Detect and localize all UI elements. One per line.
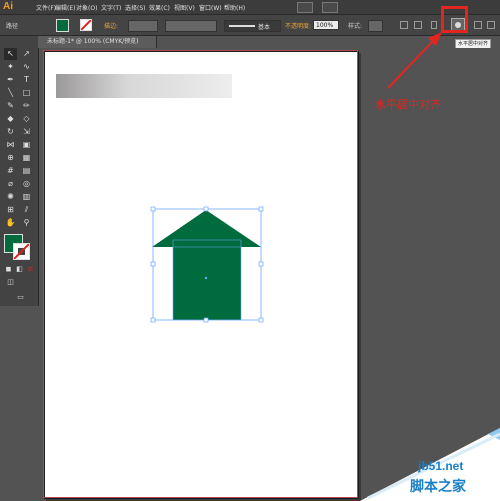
- horizontal-align-right-icon[interactable]: [474, 21, 482, 29]
- artboard-tool-icon[interactable]: ⊞: [4, 204, 17, 216]
- menu-window[interactable]: 窗口(W): [199, 3, 222, 12]
- selection-tool-icon[interactable]: ↖: [4, 48, 17, 60]
- type-tool-icon[interactable]: T: [20, 74, 33, 86]
- gradient-tool-icon[interactable]: ▤: [20, 165, 33, 177]
- align-options-icon[interactable]: [414, 21, 422, 29]
- stroke-label[interactable]: 描边:: [104, 21, 118, 30]
- watermark-url: jb51.net: [418, 459, 464, 473]
- watermark-text: 脚本之家: [410, 479, 466, 495]
- blob-brush-tool-icon[interactable]: ◆: [4, 113, 17, 125]
- pen-tool-icon[interactable]: ✒: [4, 74, 17, 86]
- house-body[interactable]: [173, 240, 241, 320]
- none-mode-icon[interactable]: ⧄: [24, 263, 37, 275]
- menu-type[interactable]: 文字(T): [101, 3, 121, 12]
- fill-swatch[interactable]: [56, 19, 69, 32]
- menu-file[interactable]: 文件(F): [36, 3, 56, 12]
- scale-tool-icon[interactable]: ⇲: [20, 126, 33, 138]
- slice-tool-icon[interactable]: ⫽: [20, 204, 33, 216]
- arrange-documents-icon[interactable]: [322, 2, 338, 13]
- shape-builder-tool-icon[interactable]: ⊕: [4, 152, 17, 164]
- bridge-icon[interactable]: [297, 2, 313, 13]
- brush-line-icon: [229, 25, 255, 27]
- blend-tool-icon[interactable]: ◎: [20, 178, 33, 190]
- opacity-field[interactable]: 100%: [313, 20, 339, 30]
- width-tool-icon[interactable]: ⋈: [4, 139, 17, 151]
- rectangle-tool-icon[interactable]: □: [20, 87, 33, 99]
- free-transform-tool-icon[interactable]: ▣: [20, 139, 33, 151]
- menu-view[interactable]: 视图(V): [174, 3, 195, 12]
- document-tab[interactable]: 未标题-1* @ 100% (CMYK/预览): [38, 36, 157, 48]
- brush-label: 基本: [258, 24, 271, 31]
- opacity-label[interactable]: 不透明度:: [285, 21, 311, 30]
- line-tool-icon[interactable]: ╲: [4, 87, 17, 99]
- direct-selection-tool-icon[interactable]: ↗: [20, 48, 33, 60]
- eraser-tool-icon[interactable]: ◇: [20, 113, 33, 125]
- perspective-grid-tool-icon[interactable]: ▦: [20, 152, 33, 164]
- gradient-rectangle[interactable]: [56, 74, 232, 98]
- app-logo: Ai: [3, 1, 13, 12]
- stroke-swatch[interactable]: [80, 19, 92, 31]
- menu-select[interactable]: 选择(S): [125, 3, 146, 12]
- house-artwork[interactable]: [140, 200, 270, 325]
- lasso-tool-icon[interactable]: ∿: [20, 61, 33, 73]
- zoom-tool-icon[interactable]: ⚲: [20, 217, 33, 229]
- menu-object[interactable]: 对象(O): [76, 3, 97, 12]
- selection-type-label: 路径: [6, 23, 19, 30]
- rotate-tool-icon[interactable]: ↻: [4, 126, 17, 138]
- annotation-arrow: [387, 32, 442, 89]
- variable-width-field[interactable]: [165, 20, 217, 32]
- menu-effect[interactable]: 效果(C): [149, 3, 170, 12]
- vertical-align-top-icon[interactable]: [487, 21, 495, 29]
- brush-definition-field[interactable]: 基本: [224, 20, 281, 32]
- highlight-box: [441, 6, 468, 33]
- horizontal-align-left-icon[interactable]: [431, 21, 437, 29]
- hand-tool-icon[interactable]: ✋: [4, 217, 17, 229]
- annotation-label: 水平居中对齐: [375, 98, 441, 111]
- screen-mode-icon[interactable]: ▭: [14, 291, 27, 303]
- draw-mode-icon[interactable]: ◫: [4, 276, 17, 288]
- column-graph-tool-icon[interactable]: ▥: [20, 191, 33, 203]
- style-label: 样式:: [348, 23, 363, 30]
- recolor-icon[interactable]: [400, 21, 408, 29]
- center-point: [204, 276, 208, 280]
- menu-help[interactable]: 帮助(H): [224, 3, 245, 12]
- stroke-weight-field[interactable]: [128, 20, 158, 32]
- magic-wand-tool-icon[interactable]: ✦: [4, 61, 17, 73]
- menu-edit[interactable]: 编辑(E): [55, 3, 75, 12]
- eyedropper-tool-icon[interactable]: ⌀: [4, 178, 17, 190]
- tools-panel: ↖ ↗ ✦ ∿ ✒ T ╲ □ ✎ ✏ ◆ ◇ ↻ ⇲ ⋈ ▣ ⊕ ▦ # ▤ …: [0, 36, 39, 306]
- symbol-sprayer-tool-icon[interactable]: ✺: [4, 191, 17, 203]
- pencil-tool-icon[interactable]: ✏: [20, 100, 33, 112]
- mesh-tool-icon[interactable]: #: [4, 165, 17, 177]
- document-tab-title: 未标题-1* @ 100% (CMYK/预览): [47, 38, 139, 45]
- paintbrush-tool-icon[interactable]: ✎: [4, 100, 17, 112]
- menu-bar: Ai 文件(F) 编辑(E) 对象(O) 文字(T) 选择(S) 效果(C) 视…: [0, 0, 500, 15]
- stroke-color-icon[interactable]: [13, 243, 30, 260]
